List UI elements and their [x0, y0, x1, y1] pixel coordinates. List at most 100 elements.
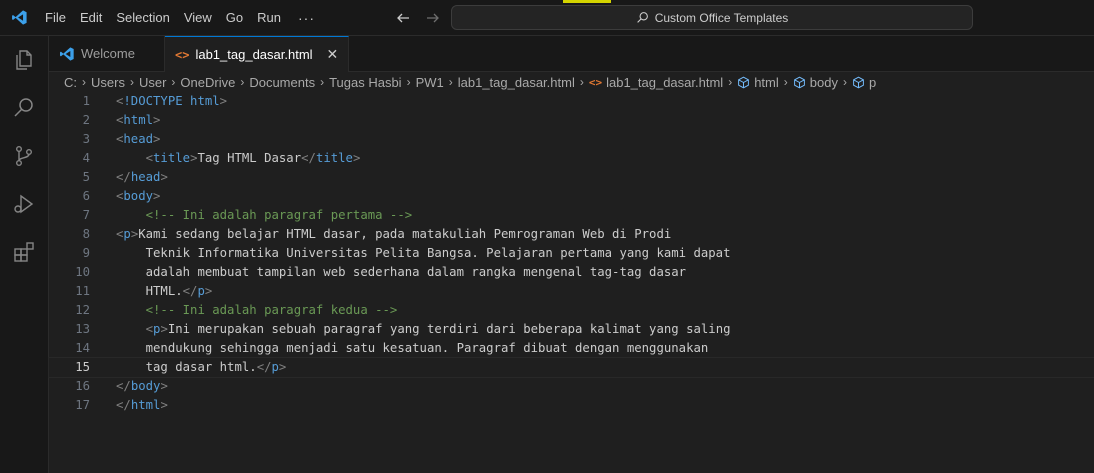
code-line[interactable]: 11 HTML.</p>	[49, 282, 1094, 301]
line-number: 5	[82, 170, 90, 184]
line-number: 4	[82, 151, 90, 165]
code-line[interactable]: 1 <!DOCTYPE html>	[49, 92, 1094, 111]
line-number: 14	[75, 341, 90, 355]
tag-bracket: >	[153, 189, 161, 203]
more-menu-button[interactable]: ···	[288, 10, 325, 26]
code-line[interactable]: 12 <!-- Ini adalah paragraf kedua -->	[49, 301, 1094, 320]
breadcrumb-symbol-label: html	[754, 74, 779, 90]
vscode-icon	[60, 46, 74, 61]
breadcrumb-symbol-label: p	[868, 74, 877, 90]
forward-arrow-icon[interactable]	[423, 8, 443, 28]
code-line[interactable]: 17 </html>	[49, 396, 1094, 415]
menu-item-edit[interactable]: Edit	[73, 0, 109, 35]
tag-bracket: >	[278, 360, 287, 374]
search-sidebar-icon[interactable]	[0, 84, 48, 132]
code-line[interactable]: 8 <p>Kami sedang belajar HTML dasar, pada…	[49, 225, 1094, 244]
breadcrumb-file[interactable]: <> lab1_tag_dasar.html	[589, 75, 723, 90]
doctype-keyword: !DOCTYPE	[123, 94, 191, 108]
tag-bracket: >	[352, 151, 361, 165]
code-line[interactable]: 2 <html>	[49, 111, 1094, 130]
breadcrumb-item[interactable]: lab1_tag_dasar.html	[458, 75, 575, 90]
tag-bracket: >	[219, 94, 228, 108]
chevron-right-icon: ›	[783, 75, 788, 89]
chevron-right-icon: ›	[842, 75, 847, 89]
tag-name: title	[315, 151, 353, 165]
line-number: 17	[75, 398, 90, 412]
code-line[interactable]: 5 </head>	[49, 168, 1094, 187]
chevron-right-icon: ›	[82, 75, 86, 89]
menu-item-view[interactable]: View	[177, 0, 219, 35]
explorer-icon[interactable]	[0, 36, 48, 84]
code-line[interactable]: 6 <body>	[49, 187, 1094, 206]
tag-bracket: >	[153, 132, 161, 146]
code-line[interactable]: 13 <p>Ini merupakan sebuah paragraf yang…	[49, 320, 1094, 339]
tag-name: body	[130, 379, 161, 393]
tab-welcome[interactable]: Welcome	[49, 36, 165, 71]
chevron-right-icon: ›	[320, 75, 325, 89]
tag-bracket: </	[182, 284, 198, 298]
line-number: 7	[82, 208, 90, 222]
tab-lab1-tag-dasar[interactable]: <> lab1_tag_dasar.html ✕	[165, 36, 350, 72]
text-content: Teknik Informatika Universitas Pelita Ba…	[145, 246, 731, 260]
tag-name: p	[197, 284, 205, 298]
menu-item-go[interactable]: Go	[219, 0, 250, 35]
line-number: 1	[82, 94, 90, 108]
code-content: <title>Tag HTML Dasar</title>	[116, 149, 361, 168]
symbol-element-icon	[853, 76, 864, 88]
breadcrumb-item[interactable]: Documents	[249, 75, 315, 90]
line-number: 6	[82, 189, 90, 203]
code-content: <!-- Ini adalah paragraf pertama -->	[116, 206, 413, 225]
text-content: mendukung sehingga menjadi satu kesatuan…	[145, 341, 709, 355]
line-number: 2	[82, 113, 90, 127]
code-line[interactable]: 3 <head>	[49, 130, 1094, 149]
code-line[interactable]: 4 <title>Tag HTML Dasar</title>	[49, 149, 1094, 168]
tag-bracket: </	[116, 379, 131, 393]
breadcrumb-item[interactable]: User	[139, 75, 166, 90]
text-content: adalah membuat tampilan web sederhana da…	[145, 265, 687, 279]
tag-name: body	[123, 189, 154, 203]
source-control-icon[interactable]	[0, 132, 48, 180]
code-line[interactable]: 9 Teknik Informatika Universitas Pelita …	[49, 244, 1094, 263]
menu-item-file[interactable]: File	[38, 0, 73, 35]
vscode-logo-icon[interactable]	[0, 0, 38, 35]
breadcrumb-item[interactable]: PW1	[416, 75, 444, 90]
line-number: 3	[82, 132, 90, 146]
close-icon[interactable]: ✕	[327, 46, 339, 63]
code-content: adalah membuat tampilan web sederhana da…	[116, 263, 686, 282]
code-line[interactable]: 10 adalah membuat tampilan web sederhana…	[49, 263, 1094, 282]
breadcrumb-symbol-body[interactable]: body	[793, 75, 838, 90]
chevron-right-icon: ›	[171, 75, 176, 89]
line-number: 13	[75, 322, 90, 336]
tag-name: html	[123, 113, 154, 127]
breadcrumb: C: › Users › User › OneDrive › Documents › Tugas H…	[49, 72, 1094, 92]
code-line[interactable]: 7 <!-- Ini adalah paragraf pertama -->	[49, 206, 1094, 225]
breadcrumb-item[interactable]: OneDrive	[180, 75, 235, 90]
menu-item-run[interactable]: Run	[250, 0, 288, 35]
back-arrow-icon[interactable]	[393, 8, 413, 28]
breadcrumb-symbol-p[interactable]: p	[852, 75, 876, 90]
breadcrumb-item[interactable]: Users	[91, 75, 125, 90]
code-content: Teknik Informatika Universitas Pelita Ba…	[116, 244, 731, 263]
line-number: 8	[82, 227, 90, 241]
symbol-element-icon	[738, 76, 750, 88]
code-content: <p>Ini merupakan sebuah paragraf yang te…	[116, 320, 731, 339]
command-center-search[interactable]: Custom Office Templates	[451, 5, 973, 30]
breadcrumb-item[interactable]: Tugas Hasbi	[329, 75, 402, 90]
menu-item-selection[interactable]: Selection	[109, 0, 176, 35]
html-comment: <!-- Ini adalah paragraf pertama -->	[145, 208, 413, 222]
tag-bracket: <	[145, 151, 154, 165]
code-line[interactable]: 15 tag dasar html.</p>	[48, 357, 1094, 378]
breadcrumb-item[interactable]: C:	[64, 75, 77, 90]
breadcrumb-symbol-html[interactable]: html	[737, 75, 779, 90]
editor-tab-bar: Welcome <> lab1_tag_dasar.html ✕	[49, 36, 1094, 72]
run-debug-icon[interactable]	[0, 180, 48, 228]
code-line[interactable]: 14 mendukung sehingga menjadi satu kesat…	[49, 339, 1094, 358]
extensions-icon[interactable]	[0, 228, 48, 276]
code-editor[interactable]: 1 <!DOCTYPE html> 2 <html> 3 <head> 4 <title>T…	[48, 92, 1094, 473]
code-line[interactable]: 16 </body>	[49, 377, 1094, 396]
